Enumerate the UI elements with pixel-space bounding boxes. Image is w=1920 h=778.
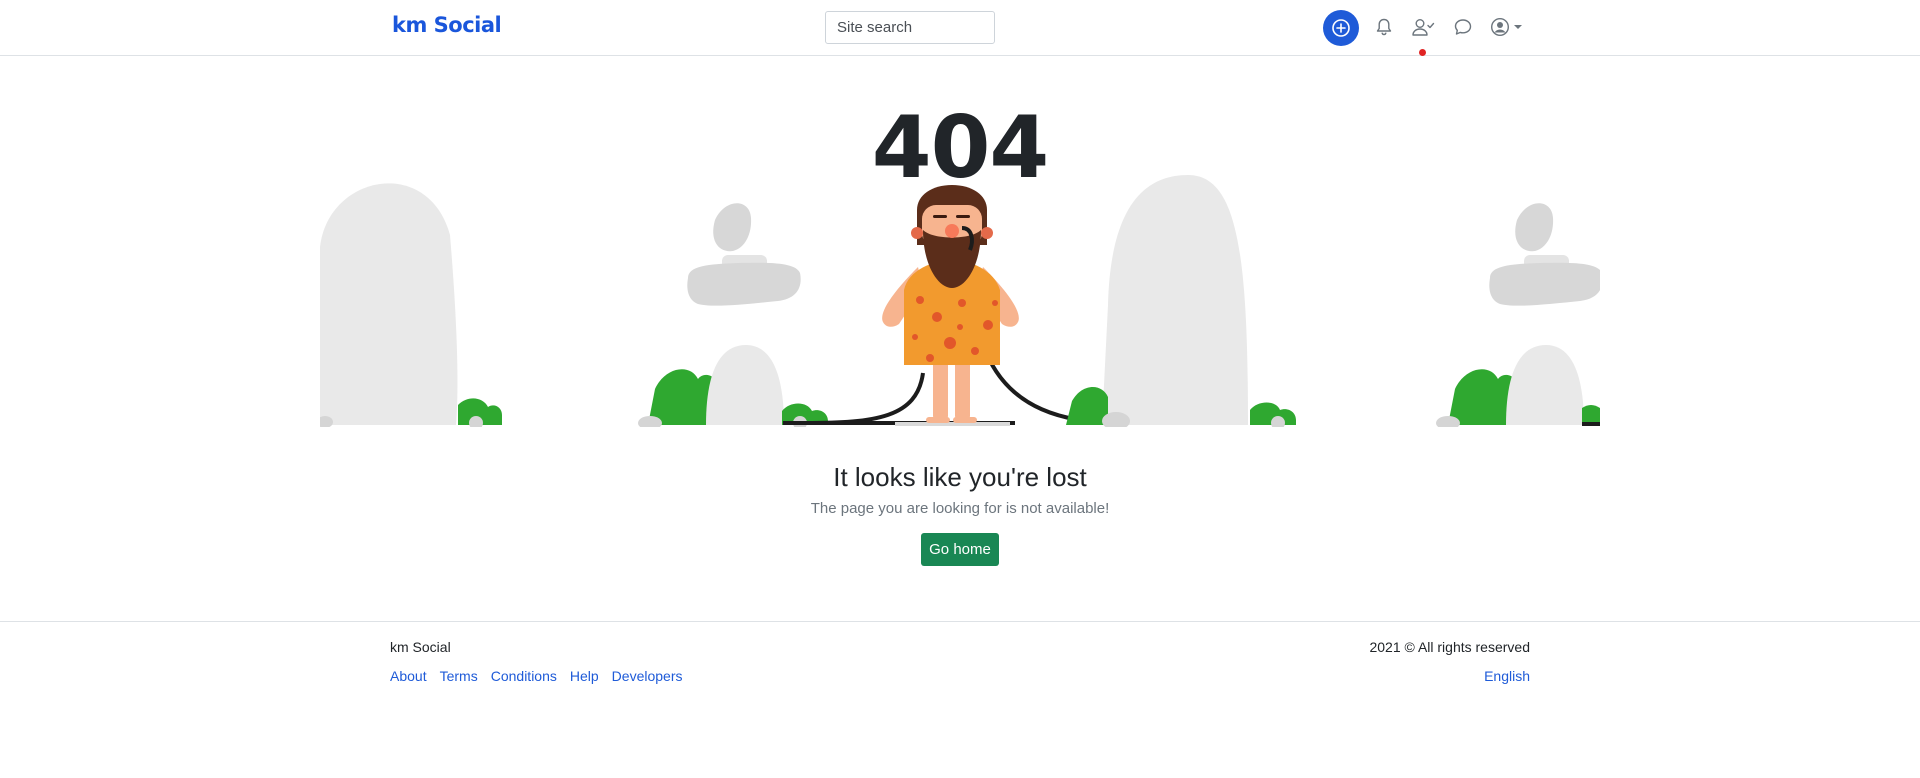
footer-brand: km Social	[390, 639, 451, 655]
footer-link-help[interactable]: Help	[570, 668, 599, 684]
language-selector[interactable]: English	[1484, 668, 1530, 684]
user-circle-icon	[1490, 17, 1510, 37]
account-menu-button[interactable]	[1490, 15, 1526, 39]
footer-link-about[interactable]: About	[390, 668, 427, 684]
friend-requests-button[interactable]	[1410, 15, 1436, 39]
top-navbar: km Social	[0, 0, 1920, 56]
caret-down-icon	[1514, 25, 1522, 29]
error-title: It looks like you're lost	[833, 462, 1087, 492]
bell-icon	[1376, 18, 1392, 36]
site-logo[interactable]: km Social	[392, 13, 502, 37]
caveman-figure	[882, 185, 1019, 423]
lost-caveman-illustration	[320, 175, 1600, 427]
footer-link-terms[interactable]: Terms	[440, 668, 478, 684]
notification-dot	[1419, 49, 1426, 56]
create-post-button[interactable]	[1323, 10, 1359, 46]
site-footer: km Social 2021 © All rights reserved Abo…	[0, 621, 1920, 778]
footer-copyright: 2021 © All rights reserved	[1369, 639, 1530, 655]
footer-links: About Terms Conditions Help Developers	[390, 668, 696, 684]
site-search-input[interactable]	[825, 11, 995, 44]
plus-circle-icon	[1332, 19, 1350, 37]
notifications-button[interactable]	[1372, 15, 1396, 39]
footer-link-developers[interactable]: Developers	[612, 668, 683, 684]
error-message: The page you are looking for is not avai…	[810, 500, 1110, 517]
go-home-button[interactable]: Go home	[921, 533, 999, 566]
user-check-icon	[1412, 19, 1435, 36]
footer-link-conditions[interactable]: Conditions	[491, 668, 557, 684]
chat-bubble-icon	[1454, 19, 1472, 35]
messages-button[interactable]	[1451, 15, 1475, 39]
